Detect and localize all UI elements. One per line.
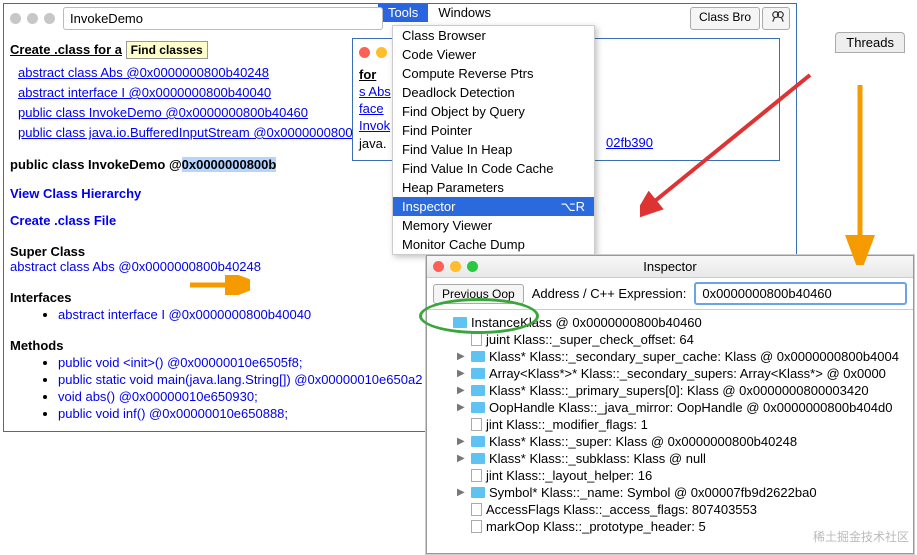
menu-item-monitor-cache-dump[interactable]: Monitor Cache Dump xyxy=(393,235,594,254)
find-icon[interactable] xyxy=(762,7,790,30)
tooltip-find-classes: Find classes xyxy=(126,41,208,59)
tree-row[interactable]: ▶ Klass* Klass::_secondary_super_cache: K… xyxy=(429,348,911,365)
folder-open-icon xyxy=(453,317,467,328)
disclosure-triangle-icon[interactable]: ▶ xyxy=(457,436,467,447)
tree-row-label: InstanceKlass @ 0x0000000800b40460 xyxy=(471,315,702,330)
interface-link[interactable]: abstract interface I @0x0000000800b40040 xyxy=(58,307,311,322)
file-icon xyxy=(471,503,482,516)
menu-item-heap-parameters[interactable]: Heap Parameters xyxy=(393,178,594,197)
menu-item-class-browser[interactable]: Class Browser xyxy=(393,26,594,45)
method-link[interactable]: public void <init>() @0x00000010e6505f8; xyxy=(58,355,302,370)
window-title: Inspector xyxy=(643,259,696,274)
class-browser-button[interactable]: Class Bro xyxy=(690,7,760,30)
tree-row[interactable]: jint Klass::_modifier_flags: 1 xyxy=(429,416,911,433)
tree-row-label: Symbol* Klass::_name: Symbol @ 0x00007fb… xyxy=(489,485,817,500)
tree-row[interactable]: ▶ Symbol* Klass::_name: Symbol @ 0x00007f… xyxy=(429,484,911,501)
menu-item-compute-reverse-ptrs[interactable]: Compute Reverse Ptrs xyxy=(393,64,594,83)
tree-row-label: markOop Klass::_prototype_header: 5 xyxy=(486,519,706,534)
tree-row-label: AccessFlags Klass::_access_flags: 807403… xyxy=(486,502,757,517)
tree-row[interactable]: ▶ Klass* Klass::_super: Klass @ 0x0000000… xyxy=(429,433,911,450)
menu-item-deadlock-detection[interactable]: Deadlock Detection xyxy=(393,83,594,102)
search-input[interactable] xyxy=(63,7,383,30)
method-link[interactable]: public void inf() @0x00000010e650888; xyxy=(58,406,288,421)
disclosure-triangle-icon[interactable]: ▶ xyxy=(457,487,467,498)
tree-row-label: Klass* Klass::_subklass: Klass @ null xyxy=(489,451,706,466)
folder-icon xyxy=(471,436,485,447)
for-heading: for xyxy=(359,67,376,82)
tree-row-label: OopHandle Klass::_java_mirror: OopHandle… xyxy=(489,400,892,415)
address-input[interactable] xyxy=(694,282,907,305)
previous-oop-button[interactable]: Previous Oop xyxy=(433,284,524,304)
file-icon xyxy=(471,469,482,482)
folder-icon xyxy=(471,402,485,413)
method-link[interactable]: public static void main(java.lang.String… xyxy=(58,372,422,387)
window-controls[interactable] xyxy=(10,13,55,24)
inspector-tree: InstanceKlass @ 0x0000000800b40460 juint … xyxy=(427,310,913,539)
tree-row-label: jint Klass::_modifier_flags: 1 xyxy=(486,417,648,432)
folder-icon xyxy=(471,368,485,379)
menu-item-memory-viewer[interactable]: Memory Viewer xyxy=(393,216,594,235)
tree-row[interactable]: AccessFlags Klass::_access_flags: 807403… xyxy=(429,501,911,518)
method-link[interactable]: void abs() @0x00000010e650930; xyxy=(58,389,258,404)
annotation-arrow-orange xyxy=(840,85,880,265)
file-icon xyxy=(471,333,482,346)
tree-row[interactable]: ▶ Klass* Klass::_primary_supers[0]: Klass… xyxy=(429,382,911,399)
menu-item-find-pointer[interactable]: Find Pointer xyxy=(393,121,594,140)
tree-row[interactable]: ▶ OopHandle Klass::_java_mirror: OopHandl… xyxy=(429,399,911,416)
tree-row[interactable]: jint Klass::_layout_helper: 16 xyxy=(429,467,911,484)
tree-row-label: jint Klass::_layout_helper: 16 xyxy=(486,468,652,483)
address-label: Address / C++ Expression: xyxy=(532,286,687,301)
folder-icon xyxy=(471,351,485,362)
tools-dropdown: Class Browser Code Viewer Compute Revers… xyxy=(392,25,595,255)
menu-item-code-viewer[interactable]: Code Viewer xyxy=(393,45,594,64)
folder-icon xyxy=(471,385,485,396)
tree-row[interactable]: juint Klass::_super_check_offset: 64 xyxy=(429,331,911,348)
menu-item-find-value-in-heap[interactable]: Find Value In Heap xyxy=(393,140,594,159)
file-icon xyxy=(471,520,482,533)
folder-icon xyxy=(471,453,485,464)
disclosure-triangle-icon[interactable]: ▶ xyxy=(457,351,467,362)
menu-item-find-object-by-query[interactable]: Find Object by Query xyxy=(393,102,594,121)
disclosure-triangle-icon[interactable]: ▶ xyxy=(457,368,467,379)
tree-row-label: Klass* Klass::_primary_supers[0]: Klass … xyxy=(489,383,869,398)
tab-threads[interactable]: Threads xyxy=(835,32,905,53)
folder-icon xyxy=(471,487,485,498)
superclass-link[interactable]: abstract class Abs @0x0000000800b40248 xyxy=(10,259,261,274)
menu-item-find-value-in-code-cache[interactable]: Find Value In Code Cache xyxy=(393,159,594,178)
tree-row-label: Klass* Klass::_super: Klass @ 0x00000008… xyxy=(489,434,797,449)
tree-row[interactable]: InstanceKlass @ 0x0000000800b40460 xyxy=(429,314,911,331)
tree-row-label: Klass* Klass::_secondary_super_cache: Kl… xyxy=(489,349,899,364)
inspector-window: Inspector Previous Oop Address / C++ Exp… xyxy=(426,255,914,554)
window-controls[interactable] xyxy=(433,261,478,272)
menu-item-inspector[interactable]: Inspector⌥R xyxy=(393,197,594,216)
tree-row-label: Array<Klass*>* Klass::_secondary_supers:… xyxy=(489,366,886,381)
file-icon xyxy=(471,418,482,431)
disclosure-triangle-icon[interactable]: ▶ xyxy=(457,453,467,464)
watermark: 稀土掘金技术社区 xyxy=(813,528,909,545)
tree-row[interactable]: ▶ Klass* Klass::_subklass: Klass @ null xyxy=(429,450,911,467)
disclosure-triangle-icon[interactable]: ▶ xyxy=(457,402,467,413)
disclosure-triangle-icon[interactable]: ▶ xyxy=(457,385,467,396)
tree-row[interactable]: ▶ Array<Klass*>* Klass::_secondary_supers… xyxy=(429,365,911,382)
tree-row-label: juint Klass::_super_check_offset: 64 xyxy=(486,332,694,347)
